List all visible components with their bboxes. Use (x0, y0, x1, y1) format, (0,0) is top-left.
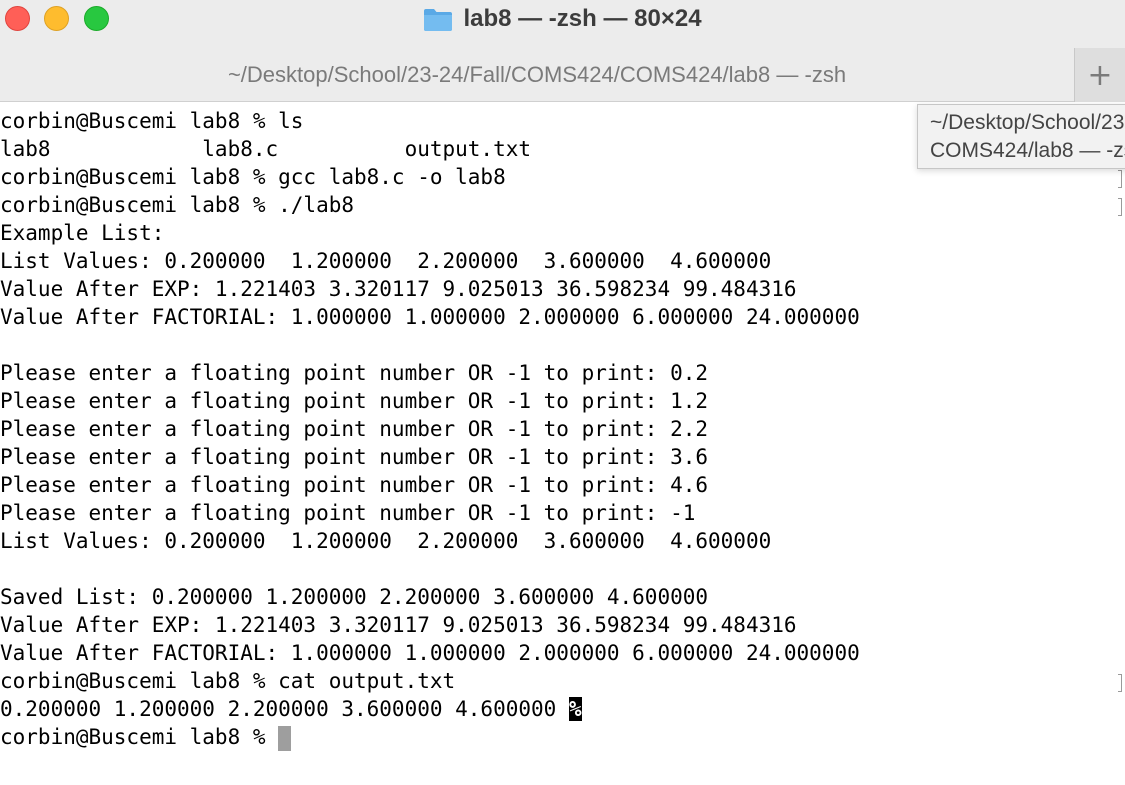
terminal-line: Saved List: 0.200000 1.200000 2.200000 3… (0, 585, 709, 609)
scroll-marker (1118, 674, 1122, 692)
terminal-output[interactable]: corbin@Buscemi lab8 % ls lab8 lab8.c out… (0, 107, 1125, 785)
text-cursor (278, 725, 292, 751)
terminal-line: List Values: 0.200000 1.200000 2.200000 … (0, 529, 772, 553)
terminal-line: Value After EXP: 1.221403 3.320117 9.025… (0, 613, 797, 637)
tab-tooltip: ~/Desktop/School/23-24/Fall/ COMS424/lab… (917, 104, 1125, 169)
scroll-marker (1118, 170, 1122, 188)
title-bar[interactable]: lab8 — -zsh — 80×24 (0, 0, 1125, 38)
terminal-line: Please enter a floating point number OR … (0, 361, 709, 385)
cat-output-text: 0.200000 1.200000 2.200000 3.600000 4.60… (0, 697, 569, 721)
terminal-line: Value After EXP: 1.221403 3.320117 9.025… (0, 277, 797, 301)
terminal-line: List Values: 0.200000 1.200000 2.200000 … (0, 249, 772, 273)
scroll-marker (1118, 198, 1122, 216)
tooltip-line-2: COMS424/lab8 — -zsh (930, 139, 1125, 162)
terminal-line: Value After FACTORIAL: 1.000000 1.000000… (0, 305, 860, 329)
plus-icon: + (1087, 57, 1113, 93)
tab-zsh[interactable]: ~/Desktop/School/23-24/Fall/COMS424/COMS… (0, 38, 1074, 102)
terminal-line: Please enter a floating point number OR … (0, 501, 696, 525)
terminal-line: corbin@Buscemi lab8 % cat output.txt (0, 669, 456, 693)
tab-bar: ~/Desktop/School/23-24/Fall/COMS424/COMS… (0, 38, 1125, 102)
terminal-line: Please enter a floating point number OR … (0, 445, 709, 469)
tooltip-line-1: ~/Desktop/School/23-24/Fall/ (930, 111, 1125, 134)
terminal-window: lab8 — -zsh — 80×24 ~/Desktop/School/23-… (0, 0, 1125, 785)
terminal-line: Please enter a floating point number OR … (0, 417, 709, 441)
terminal-line: Please enter a floating point number OR … (0, 473, 709, 497)
folder-icon (424, 8, 453, 31)
window-title-group: lab8 — -zsh — 80×24 (0, 0, 1125, 38)
cat-output-line: 0.200000 1.200000 2.200000 3.600000 4.60… (0, 695, 1125, 723)
terminal-line: Value After FACTORIAL: 1.000000 1.000000… (0, 641, 860, 665)
terminal-line: corbin@Buscemi lab8 % ./lab8 (0, 193, 355, 217)
terminal-line: Example List: (0, 221, 165, 245)
tab-label: ~/Desktop/School/23-24/Fall/COMS424/COMS… (227, 62, 847, 87)
window-title: lab8 — -zsh — 80×24 (463, 5, 702, 32)
prompt-line[interactable]: corbin@Buscemi lab8 % (0, 723, 1125, 751)
terminal-line: Please enter a floating point number OR … (0, 389, 709, 413)
shell-prompt: corbin@Buscemi lab8 % (0, 725, 279, 749)
new-tab-button[interactable]: + (1074, 48, 1125, 102)
no-newline-marker: % (568, 697, 582, 721)
